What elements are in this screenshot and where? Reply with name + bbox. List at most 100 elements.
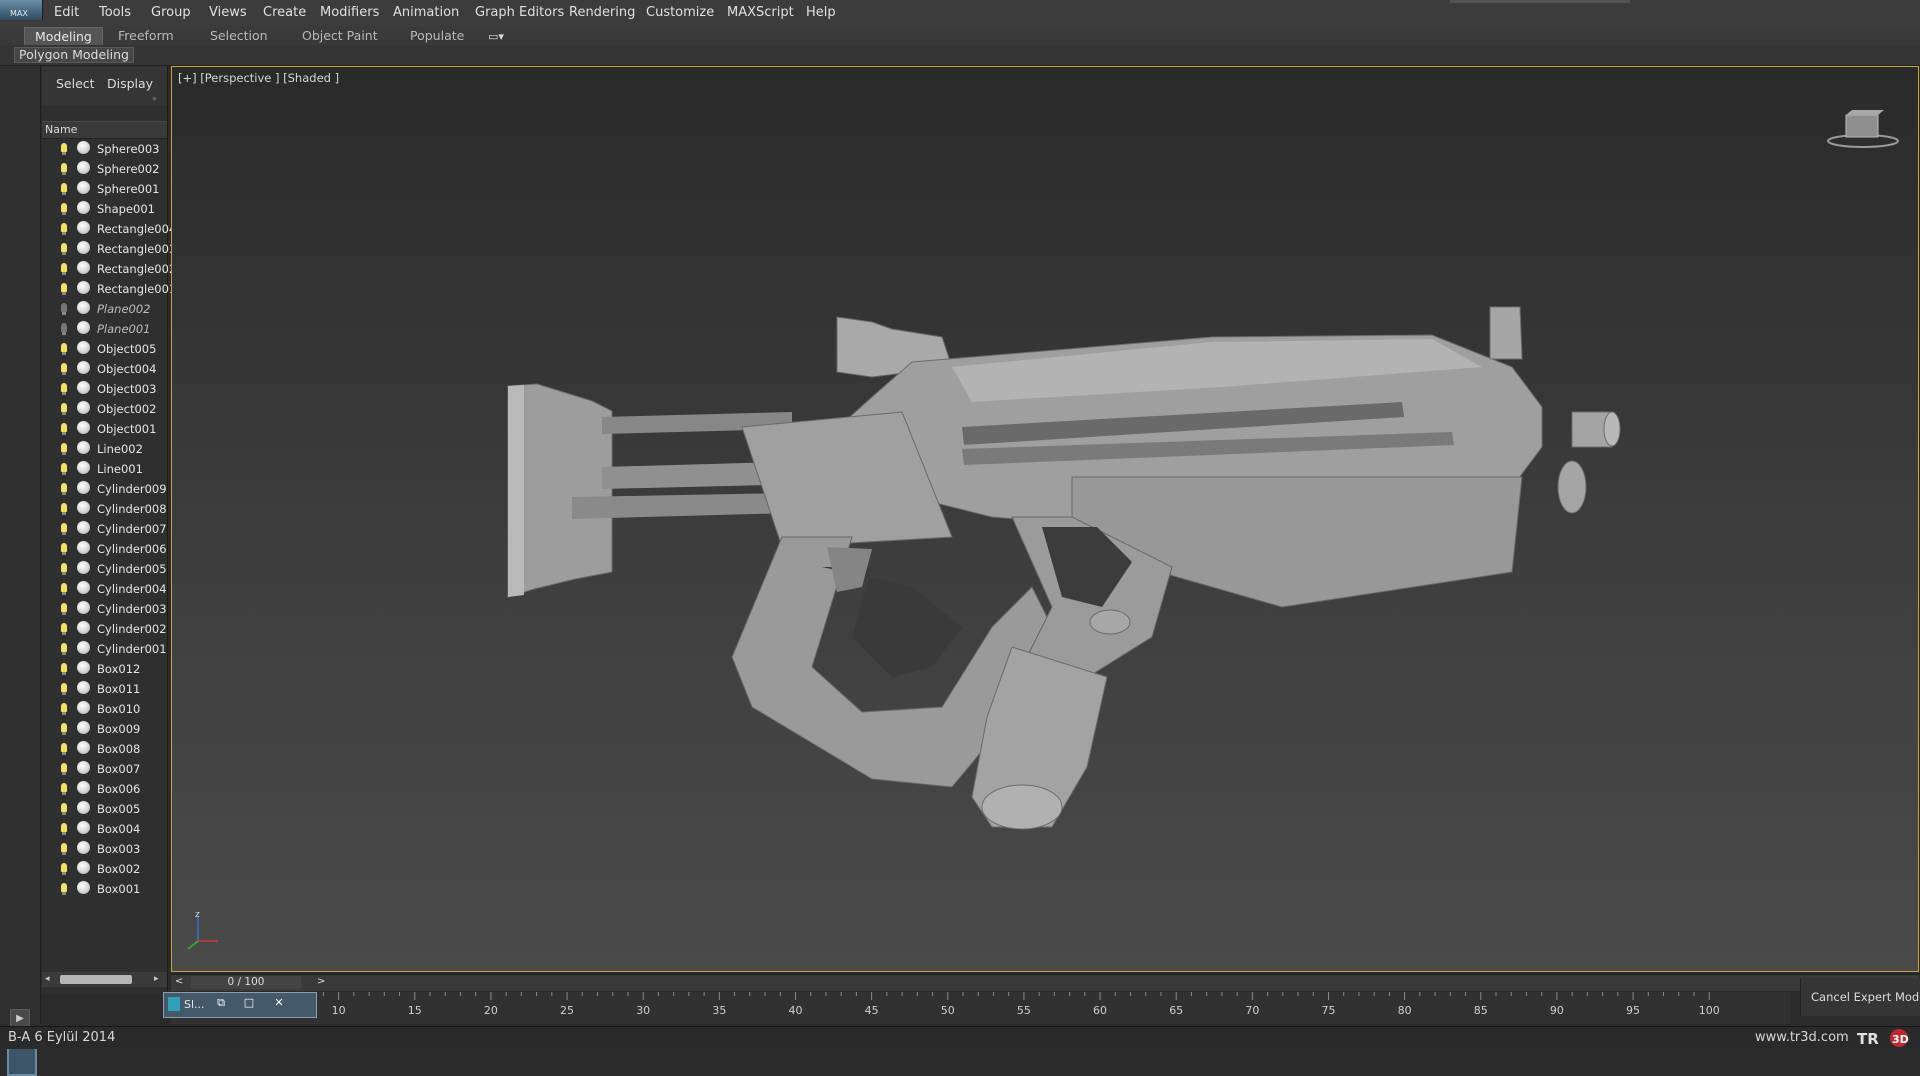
list-item[interactable]: Line001 [42,460,167,480]
lightbulb-icon[interactable] [61,883,67,895]
menu-maxscript[interactable]: MAXScript [727,5,794,20]
lightbulb-icon[interactable] [61,203,67,215]
lightbulb-icon[interactable] [61,503,67,515]
menu-tools[interactable]: Tools [99,5,131,20]
application-button[interactable]: MAX [0,0,43,20]
list-item[interactable]: Cylinder002 [42,620,167,640]
lightbulb-icon[interactable] [61,343,67,355]
list-item[interactable]: Box011 [42,680,167,700]
list-item[interactable]: Cylinder005 [42,560,167,580]
ribbon-tab-modeling[interactable]: Modeling [24,27,103,45]
lightbulb-icon[interactable] [61,803,67,815]
list-item[interactable]: Box004 [42,820,167,840]
ribbon-toggle-icon[interactable]: ▭▾ [488,30,516,43]
list-item[interactable]: Box007 [42,760,167,780]
lightbulb-icon[interactable] [61,283,67,295]
lightbulb-icon[interactable] [61,323,67,335]
menu-animation[interactable]: Animation [393,5,459,20]
time-slider[interactable]: < 0 / 100 > [171,974,1919,991]
lightbulb-icon[interactable] [61,443,67,455]
frame-ruler[interactable]: 10 15 20 25 30 35 40 45 50 55 60 65 70 75 80 85 90 95 100 [321,992,1790,1024]
close-icon[interactable]: ✕ [272,996,286,1010]
list-item[interactable]: Cylinder007 [42,520,167,540]
list-item[interactable]: Cylinder004 [42,580,167,600]
list-item[interactable]: Object004 [42,360,167,380]
list-item[interactable]: Plane001 [42,320,167,340]
menu-create[interactable]: Create [263,5,306,20]
list-item[interactable]: Sphere001 [42,180,167,200]
lightbulb-icon[interactable] [61,243,67,255]
lightbulb-icon[interactable] [61,783,67,795]
ribbon-tab-populate[interactable]: Populate [400,27,474,44]
minimized-window[interactable]: Sl... ⧉ □ ✕ [163,992,317,1018]
list-item[interactable]: Box006 [42,780,167,800]
lightbulb-icon[interactable] [61,683,67,695]
time-prev-button[interactable]: < [175,976,183,987]
list-item[interactable]: Box009 [42,720,167,740]
menu-modifiers[interactable]: Modifiers [320,5,379,20]
lightbulb-icon[interactable] [61,523,67,535]
menu-customize[interactable]: Customize [646,5,714,20]
lightbulb-icon[interactable] [61,823,67,835]
list-item[interactable]: Line002 [42,440,167,460]
list-item[interactable]: Box008 [42,740,167,760]
lightbulb-icon[interactable] [61,663,67,675]
menu-rendering[interactable]: Rendering [569,5,635,20]
menu-help[interactable]: Help [806,5,836,20]
restore-icon[interactable]: ⧉ [214,996,228,1010]
lightbulb-icon[interactable] [61,843,67,855]
lightbulb-icon[interactable] [61,603,67,615]
lightbulb-icon[interactable] [61,183,67,195]
lightbulb-icon[interactable] [61,563,67,575]
scroll-right-icon[interactable]: ▸ [154,974,159,984]
list-item[interactable]: Cylinder009 [42,480,167,500]
lightbulb-icon[interactable] [61,403,67,415]
explorer-horizontal-scrollbar[interactable]: ◂ ▸ [42,972,167,987]
viewport-layout-button[interactable] [7,1046,37,1076]
lightbulb-icon[interactable] [61,303,67,315]
track-bar[interactable]: 10 15 20 25 30 35 40 45 50 55 60 65 70 75 80 85 90 95 100 [171,992,1790,1024]
lightbulb-icon[interactable] [61,543,67,555]
time-slider-value[interactable]: 0 / 100 [191,976,301,989]
lightbulb-icon[interactable] [61,583,67,595]
list-item[interactable]: Box005 [42,800,167,820]
lightbulb-icon[interactable] [61,623,67,635]
list-item[interactable]: Cylinder001 [42,640,167,660]
menu-edit[interactable]: Edit [54,5,79,20]
lightbulb-icon[interactable] [61,743,67,755]
list-item[interactable]: Shape001 [42,200,167,220]
list-item[interactable]: Sphere003 [42,140,167,160]
lightbulb-icon[interactable] [61,643,67,655]
lightbulb-icon[interactable] [61,383,67,395]
list-item[interactable]: Object001 [42,420,167,440]
list-item[interactable]: Rectangle004 [42,220,176,240]
list-item[interactable]: Cylinder003 [42,600,167,620]
lightbulb-icon[interactable] [61,263,67,275]
ribbon-tab-selection[interactable]: Selection [200,27,278,44]
list-item[interactable]: Box012 [42,660,167,680]
list-item[interactable]: Plane002 [42,300,167,320]
menu-graph-editors[interactable]: Graph Editors [475,5,564,20]
weapon-model[interactable] [172,67,1918,971]
scroll-left-icon[interactable]: ◂ [45,974,50,984]
list-item[interactable]: Box003 [42,840,167,860]
list-item[interactable]: Cylinder008 [42,500,167,520]
list-item[interactable]: Box010 [42,700,167,720]
name-column-header[interactable]: Name [42,121,167,139]
lightbulb-icon[interactable] [61,223,67,235]
menu-group[interactable]: Group [151,5,191,20]
ribbon-tab-object-paint[interactable]: Object Paint [292,27,388,44]
list-item[interactable]: Box001 [42,880,167,900]
lightbulb-icon[interactable] [61,163,67,175]
lightbulb-icon[interactable] [61,463,67,475]
lightbulb-icon[interactable] [61,423,67,435]
list-item[interactable]: Object005 [42,340,167,360]
list-item[interactable]: Object002 [42,400,167,420]
polygon-modeling-panel[interactable]: Polygon Modeling [14,47,134,63]
search-field[interactable] [1450,0,1630,3]
ribbon-tab-freeform[interactable]: Freeform [108,27,184,44]
list-item[interactable]: Sphere002 [42,160,167,180]
perspective-viewport[interactable]: [+] [Perspective ] [Shaded ] z [171,66,1919,972]
lightbulb-icon[interactable] [61,863,67,875]
menu-views[interactable]: Views [209,5,247,20]
